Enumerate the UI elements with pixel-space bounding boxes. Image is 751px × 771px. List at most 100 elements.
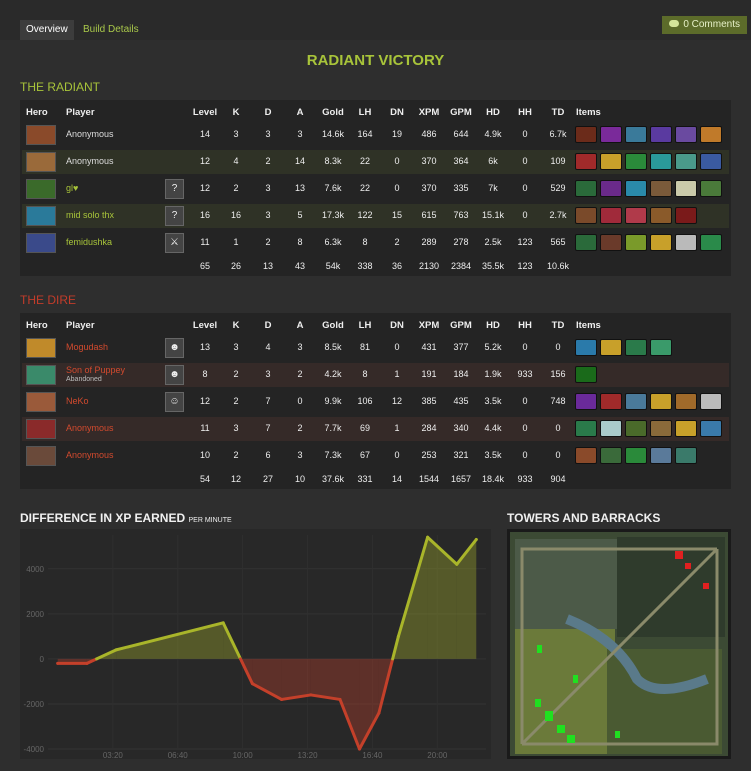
player-row[interactable]: Son of Puppey Abandoned ☻ 8 2 3 2 4.2k 8 1 191 184 1… xyxy=(22,363,729,387)
item-icon[interactable] xyxy=(650,234,672,251)
player-name[interactable]: Anonymous xyxy=(66,450,114,460)
item-icon[interactable] xyxy=(575,207,597,224)
item-icon[interactable] xyxy=(625,234,647,251)
item-icon[interactable] xyxy=(575,393,597,410)
player-row[interactable]: Mogudash ☻ 13 3 4 3 8.5k 81 0 431 377 5.2k 0 0 xyxy=(22,336,729,360)
item-icon[interactable] xyxy=(575,447,597,464)
player-name[interactable]: NeKo xyxy=(66,396,89,406)
comments-button[interactable]: 0 Comments xyxy=(662,16,747,34)
player-row[interactable]: Anonymous 12 4 2 14 8.3k 22 0 370 364 6k 0 109 xyxy=(22,150,729,174)
item-icon[interactable] xyxy=(625,393,647,410)
item-icon[interactable] xyxy=(700,234,722,251)
item-icon[interactable] xyxy=(625,207,647,224)
item-icon[interactable] xyxy=(600,180,622,197)
player-row[interactable]: NeKo ☺ 12 2 7 0 9.9k 106 12 385 435 3.5k 0 748 xyxy=(22,390,729,414)
player-name[interactable]: Son of Puppey xyxy=(66,365,125,375)
column-header: D xyxy=(264,107,272,118)
total-hd: 35.5k xyxy=(481,261,505,271)
player-avatar[interactable]: ? xyxy=(165,206,184,226)
item-icon[interactable] xyxy=(625,153,647,170)
item-icon[interactable] xyxy=(625,420,647,437)
item-icon[interactable] xyxy=(675,420,697,437)
player-name[interactable]: Anonymous xyxy=(66,423,114,433)
player-name[interactable]: Anonymous xyxy=(66,156,114,166)
hero-portrait[interactable] xyxy=(26,233,56,253)
hero-portrait[interactable] xyxy=(26,179,56,199)
item-icon[interactable] xyxy=(575,420,597,437)
player-row[interactable]: Anonymous 10 2 6 3 7.3k 67 0 253 321 3.5k 0 0 xyxy=(22,444,729,468)
item-icon[interactable] xyxy=(650,393,672,410)
player-row[interactable]: Anonymous 11 3 7 2 7.7k 69 1 284 340 4.4k 0 0 xyxy=(22,417,729,441)
total-hd: 18.4k xyxy=(481,474,505,484)
item-icon[interactable] xyxy=(650,447,672,464)
item-icon[interactable] xyxy=(650,339,672,356)
player-row[interactable]: Anonymous 14 3 3 3 14.6k 164 19 486 644 4.9k 0 6.7k xyxy=(22,123,729,147)
hero-portrait[interactable] xyxy=(26,365,56,385)
stat-lh: 22 xyxy=(359,156,370,166)
item-icon[interactable] xyxy=(650,420,672,437)
stat-hh: 0 xyxy=(522,423,528,433)
column-header: TD xyxy=(551,107,565,118)
tab-overview[interactable]: Overview xyxy=(20,20,74,40)
hero-portrait[interactable] xyxy=(26,125,56,145)
player-name[interactable]: Anonymous xyxy=(66,129,114,139)
item-icon[interactable] xyxy=(700,180,722,197)
item-icon[interactable] xyxy=(600,339,622,356)
player-name[interactable]: femidushka xyxy=(66,237,112,247)
player-name[interactable]: gl♥ xyxy=(66,183,78,193)
data-point xyxy=(309,693,313,697)
item-icon[interactable] xyxy=(600,420,622,437)
item-icon[interactable] xyxy=(625,339,647,356)
item-icon[interactable] xyxy=(650,180,672,197)
item-icon[interactable] xyxy=(575,180,597,197)
item-icon[interactable] xyxy=(575,234,597,251)
item-icon[interactable] xyxy=(675,393,697,410)
data-point xyxy=(280,697,284,701)
hero-portrait[interactable] xyxy=(26,152,56,172)
hero-portrait[interactable] xyxy=(26,419,56,439)
item-icon[interactable] xyxy=(600,234,622,251)
player-row[interactable]: mid solo thx? 16 16 3 5 17.3k 122 15 615 763 15.1k… xyxy=(22,204,729,228)
item-icon[interactable] xyxy=(650,153,672,170)
player-row[interactable]: gl♥? 12 2 3 13 7.6k 22 0 370 335 7k 0 529 xyxy=(22,177,729,201)
item-icon[interactable] xyxy=(675,180,697,197)
stat-lh: 8 xyxy=(362,369,368,379)
tab-build-details[interactable]: Build Details xyxy=(77,20,145,40)
item-icon[interactable] xyxy=(700,153,722,170)
item-icon[interactable] xyxy=(600,393,622,410)
item-icon[interactable] xyxy=(675,207,697,224)
item-icon[interactable] xyxy=(650,126,672,143)
player-avatar[interactable]: ☻ xyxy=(165,338,184,358)
item-icon[interactable] xyxy=(675,234,697,251)
player-name[interactable]: Mogudash xyxy=(66,342,108,352)
item-icon[interactable] xyxy=(600,126,622,143)
item-icon[interactable] xyxy=(600,207,622,224)
towers-title: TOWERS AND BARRACKS xyxy=(507,511,661,525)
player-name[interactable]: mid solo thx xyxy=(66,210,114,220)
item-icon[interactable] xyxy=(675,447,697,464)
item-icon[interactable] xyxy=(575,366,597,383)
hero-portrait[interactable] xyxy=(26,446,56,466)
player-avatar[interactable]: ☺ xyxy=(165,392,184,412)
item-icon[interactable] xyxy=(625,447,647,464)
item-icon[interactable] xyxy=(700,126,722,143)
player-avatar[interactable]: ? xyxy=(165,179,184,199)
hero-portrait[interactable] xyxy=(26,392,56,412)
item-icon[interactable] xyxy=(675,126,697,143)
item-icon[interactable] xyxy=(625,180,647,197)
item-icon[interactable] xyxy=(625,126,647,143)
item-icon[interactable] xyxy=(600,447,622,464)
item-icon[interactable] xyxy=(600,153,622,170)
player-row[interactable]: femidushka ⚔ 11 1 2 8 6.3k 8 2 289 278 2.5k 123 565 xyxy=(22,231,729,255)
item-icon[interactable] xyxy=(700,393,722,410)
item-icon[interactable] xyxy=(575,126,597,143)
item-icon[interactable] xyxy=(675,153,697,170)
hero-portrait[interactable] xyxy=(26,206,56,226)
player-avatar[interactable]: ☻ xyxy=(165,365,184,385)
player-avatar[interactable]: ⚔ xyxy=(165,233,184,253)
item-icon[interactable] xyxy=(700,420,722,437)
item-icon[interactable] xyxy=(575,339,597,356)
item-icon[interactable] xyxy=(575,153,597,170)
item-icon[interactable] xyxy=(650,207,672,224)
hero-portrait[interactable] xyxy=(26,338,56,358)
